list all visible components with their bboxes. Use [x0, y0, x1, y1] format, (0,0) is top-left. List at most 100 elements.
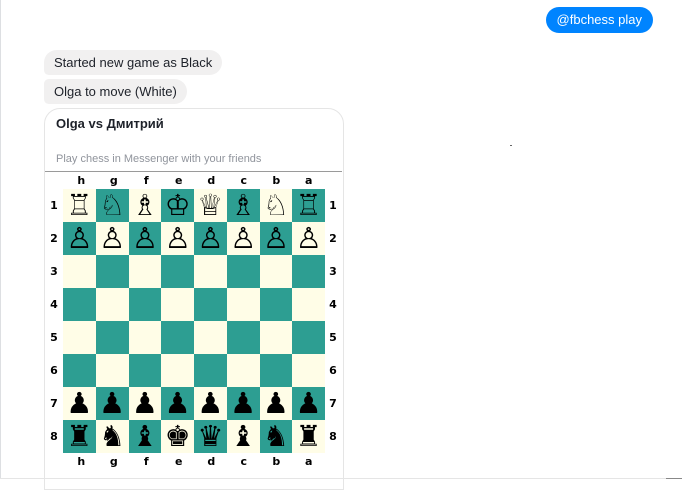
board-square[interactable]: ♟	[95, 387, 129, 420]
board-square[interactable]: ♟	[161, 387, 194, 420]
board-square[interactable]: ♟	[226, 387, 260, 420]
board-square[interactable]: ♝	[226, 420, 260, 453]
board-square[interactable]	[95, 321, 129, 354]
incoming-message-bubble[interactable]: Olga to move (White)	[44, 79, 187, 104]
board-square[interactable]	[292, 255, 325, 288]
chess-piece[interactable]: ♗	[230, 191, 256, 220]
board-square[interactable]: ♜	[63, 420, 96, 453]
board-square[interactable]: ♖	[292, 189, 325, 222]
chess-piece[interactable]: ♟	[66, 389, 92, 418]
board-square[interactable]: ♔	[161, 189, 194, 222]
board-square[interactable]: ♙	[161, 222, 194, 255]
chess-piece[interactable]: ♙	[197, 224, 223, 253]
chess-piece[interactable]: ♞	[99, 422, 125, 451]
chess-piece[interactable]: ♖	[296, 191, 322, 220]
board-square[interactable]: ♙	[292, 222, 325, 255]
board-square[interactable]	[194, 288, 227, 321]
chess-piece[interactable]: ♙	[132, 224, 158, 253]
board-square[interactable]: ♗	[226, 189, 260, 222]
board-square[interactable]	[63, 354, 96, 387]
board-square[interactable]: ♘	[259, 189, 293, 222]
chess-piece[interactable]: ♞	[263, 422, 289, 451]
chess-piece[interactable]: ♛	[197, 422, 223, 451]
board-square[interactable]	[259, 321, 293, 354]
board-square[interactable]	[63, 321, 96, 354]
board-square[interactable]	[292, 321, 325, 354]
chess-piece[interactable]: ♙	[165, 224, 191, 253]
chess-piece[interactable]: ♙	[296, 224, 322, 253]
board-square[interactable]: ♙	[63, 222, 96, 255]
chess-piece[interactable]: ♟	[165, 389, 191, 418]
board-squares[interactable]: ♖ ♘ ♗ ♔ ♕ ♗ ♘ ♖ ♙ ♙ ♙ ♙ ♙ ♙ ♙ ♙ ♟ ♟ ♟ ♟ ♟ ♟ ♟ ♟ ♜ ♞ ♝ ♚ ♛ ♝ ♞ ♜	[63, 189, 325, 453]
board-square[interactable]: ♙	[259, 222, 293, 255]
chess-piece[interactable]: ♟	[230, 389, 256, 418]
board-square[interactable]: ♝	[128, 420, 162, 453]
chess-piece[interactable]: ♗	[132, 191, 158, 220]
board-square[interactable]	[259, 255, 293, 288]
board-square[interactable]	[128, 288, 162, 321]
chess-board[interactable]: hgfedcba 12345678 ♖ ♘ ♗ ♔ ♕ ♗ ♘ ♖ ♙ ♙ ♙ ♙ ♙ ♙ ♙ ♙ ♟ ♟ ♟ ♟ ♟ ♟…	[45, 171, 342, 470]
board-square[interactable]	[194, 255, 227, 288]
board-square[interactable]	[161, 288, 194, 321]
board-square[interactable]: ♙	[95, 222, 129, 255]
board-square[interactable]: ♛	[194, 420, 227, 453]
board-square[interactable]	[161, 354, 194, 387]
chess-piece[interactable]: ♘	[99, 191, 125, 220]
chess-piece[interactable]: ♙	[99, 224, 125, 253]
board-square[interactable]	[128, 354, 162, 387]
board-square[interactable]: ♟	[63, 387, 96, 420]
board-square[interactable]	[292, 354, 325, 387]
board-square[interactable]: ♗	[128, 189, 162, 222]
outgoing-message-bubble[interactable]: @fbchess play	[545, 7, 653, 33]
chess-piece[interactable]: ♟	[197, 389, 223, 418]
chess-piece[interactable]: ♙	[66, 224, 92, 253]
board-square[interactable]	[194, 321, 227, 354]
chess-piece[interactable]: ♟	[263, 389, 289, 418]
chess-piece[interactable]: ♙	[230, 224, 256, 253]
board-square[interactable]: ♖	[63, 189, 96, 222]
board-square[interactable]	[95, 255, 129, 288]
board-square[interactable]	[128, 255, 162, 288]
chess-piece[interactable]: ♚	[165, 422, 191, 451]
board-square[interactable]: ♟	[194, 387, 227, 420]
board-square[interactable]	[128, 321, 162, 354]
board-square[interactable]: ♘	[95, 189, 129, 222]
chess-piece[interactable]: ♙	[263, 224, 289, 253]
board-square[interactable]: ♜	[292, 420, 325, 453]
board-square[interactable]	[194, 354, 227, 387]
board-square[interactable]: ♙	[194, 222, 227, 255]
chess-piece[interactable]: ♔	[165, 191, 191, 220]
board-square[interactable]	[226, 288, 260, 321]
chess-piece[interactable]: ♟	[132, 389, 158, 418]
chess-piece[interactable]: ♝	[132, 422, 158, 451]
board-square[interactable]	[259, 354, 293, 387]
chess-piece[interactable]: ♟	[99, 389, 125, 418]
chess-piece[interactable]: ♟	[296, 389, 322, 418]
board-square[interactable]: ♞	[95, 420, 129, 453]
board-square[interactable]	[226, 321, 260, 354]
board-square[interactable]: ♟	[292, 387, 325, 420]
chess-piece[interactable]: ♘	[263, 191, 289, 220]
board-square[interactable]	[259, 288, 293, 321]
board-square[interactable]	[63, 255, 96, 288]
board-square[interactable]	[161, 321, 194, 354]
board-square[interactable]	[226, 354, 260, 387]
chess-piece[interactable]: ♕	[197, 191, 223, 220]
board-square[interactable]	[292, 288, 325, 321]
board-square[interactable]	[95, 288, 129, 321]
board-square[interactable]: ♞	[259, 420, 293, 453]
chess-piece[interactable]: ♜	[296, 422, 322, 451]
board-square[interactable]	[161, 255, 194, 288]
chess-piece[interactable]: ♝	[230, 422, 256, 451]
chess-piece[interactable]: ♜	[66, 422, 92, 451]
chess-game-card[interactable]: Olga vs Дмитрий Play chess in Messenger …	[44, 108, 344, 490]
board-square[interactable]	[226, 255, 260, 288]
board-square[interactable]: ♟	[128, 387, 162, 420]
board-square[interactable]	[63, 288, 96, 321]
board-square[interactable]: ♟	[259, 387, 293, 420]
board-square[interactable]: ♕	[194, 189, 227, 222]
incoming-message-bubble[interactable]: Started new game as Black	[44, 50, 223, 75]
board-square[interactable]: ♙	[226, 222, 260, 255]
board-square[interactable]	[95, 354, 129, 387]
board-square[interactable]: ♚	[161, 420, 194, 453]
